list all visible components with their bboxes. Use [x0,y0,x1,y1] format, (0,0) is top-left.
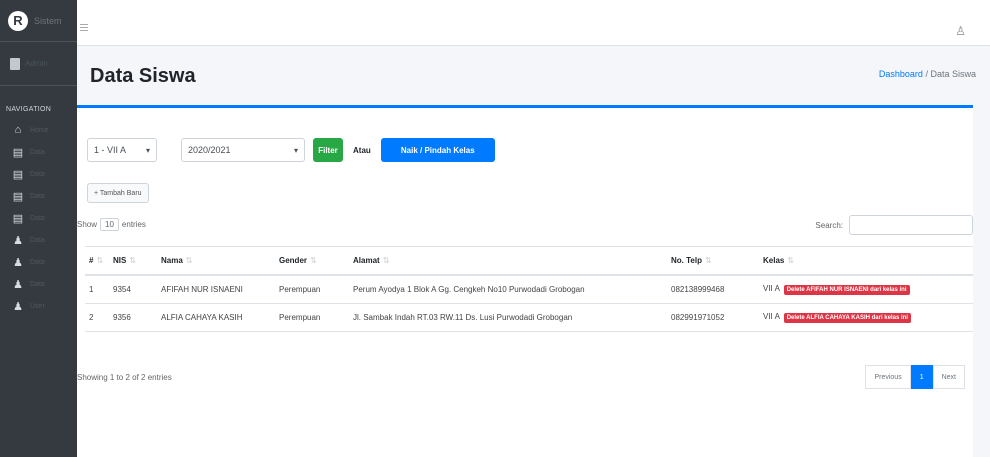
delete-from-class-button[interactable]: Delete ALFIA CAHAYA KASIH dari kelas ini [783,313,911,323]
filter-controls: 1 - VII A ▾ 2020/2021 ▾ Filter Atau Naik… [87,138,495,162]
breadcrumb-home-link[interactable]: Dashboard [879,69,923,79]
sidebar-item-label: Data [30,192,45,200]
search-input[interactable] [849,215,973,235]
tambah-baru-button[interactable]: + Tambah Baru [87,183,149,203]
brand[interactable]: R Sistem [0,0,77,42]
cell-no: 2 [85,303,109,332]
cell-kelas: VII A Delete AFIFAH NUR ISNAENI dari kel… [759,275,973,304]
breadcrumb: Dashboard / Data Siswa [879,69,976,79]
cell-gender: Perempuan [275,275,349,304]
column-header-nis[interactable]: NIS ⇅ [109,246,157,276]
top-navbar: ♙ [77,0,990,46]
kelas-select-value: 1 - VII A [94,145,127,155]
filter-button[interactable]: Filter [313,138,343,162]
sidebar-item-label: Home [30,126,49,134]
cell-nis: 9354 [109,275,157,304]
entries-select[interactable]: 10 [100,218,119,231]
brand-logo: R [8,10,28,31]
cell-gender: Perempuan [275,303,349,332]
cell-kelas: VII A Delete ALFIA CAHAYA KASIH dari kel… [759,303,973,332]
brand-text: Sistem [34,15,62,26]
sidebar-item-home[interactable]: ⌂ Home [0,119,77,141]
user-avatar-icon [10,57,20,70]
next-page-button[interactable]: Next [932,365,965,389]
sidebar-item-data-3[interactable]: ▤ Data [0,185,77,207]
naik-pindah-kelas-button[interactable]: Naik / Pindah Kelas [380,138,495,162]
sidebar-item-data-6[interactable]: ♟ Data [0,251,77,273]
sidebar-item-label: Data [30,280,45,288]
data-siswa-card: 1 - VII A ▾ 2020/2021 ▾ Filter Atau Naik… [77,105,973,457]
users-icon: ♟ [13,234,23,247]
breadcrumb-current: Data Siswa [930,69,976,79]
sidebar-item-data-2[interactable]: ▤ Data [0,163,77,185]
tahun-select[interactable]: 2020/2021 ▾ [181,138,305,162]
user-panel[interactable]: Admin [0,42,77,86]
book-icon: ▤ [12,212,24,225]
table-row: 1 9354 AFIFAH NUR ISNAENI Perempuan Peru… [85,275,973,304]
book-icon: ▤ [12,168,24,181]
sidebar-item-label: User [30,302,45,310]
users-icon: ♟ [13,300,23,313]
sidebar-item-label: Data [30,214,45,222]
page-title: Data Siswa [90,65,196,87]
column-header-kelas[interactable]: Kelas ⇅ [759,246,973,276]
cell-alamat: Perum Ayodya 1 Blok A Gg. Cengkeh No10 P… [349,275,667,304]
sidebar-item-label: Data [30,236,45,244]
user-icon[interactable]: ♙ [955,24,966,38]
previous-page-button[interactable]: Previous [865,365,911,389]
page-1-button[interactable]: 1 [910,365,933,389]
show-label: Show [77,220,98,229]
sidebar-item-data-1[interactable]: ▤ Data [0,141,77,163]
book-icon: ▤ [12,146,24,159]
sidebar-item-data-5[interactable]: ♟ Data [0,229,77,251]
users-icon: ♟ [13,278,23,291]
sidebar-item-data-7[interactable]: ♟ Data [0,273,77,295]
table-search: Search: [815,215,973,235]
atau-label: Atau [353,145,371,155]
users-icon: ♟ [13,256,23,269]
sidebar-item-label: Data [30,148,45,156]
kelas-select[interactable]: 1 - VII A ▾ [87,138,157,162]
cell-telp: 082138999468 [667,275,759,304]
sidebar-item-user[interactable]: ♟ User [0,295,77,317]
column-header-gender[interactable]: Gender ⇅ [275,246,349,276]
column-header-nama[interactable]: Nama ⇅ [157,246,275,276]
table-header-row: # ⇅ NIS ⇅ Nama ⇅ Gender ⇅ Alamat ⇅ No. Telp ⇅ … [85,246,973,276]
cell-nama: AFIFAH NUR ISNAENI [157,275,275,304]
cell-nama: ALFIA CAHAYA KASIH [157,303,275,332]
column-header-alamat[interactable]: Alamat ⇅ [349,246,667,276]
content-header: Data Siswa Dashboard / Data Siswa [90,65,980,88]
sidebar-item-label: Data [30,258,45,266]
entries-label: entries [121,220,146,229]
column-header-telp[interactable]: No. Telp ⇅ [667,246,759,276]
home-icon: ⌂ [14,124,22,136]
breadcrumb-separator: / [925,69,928,79]
cell-alamat: Jl. Sambak Indah RT.03 RW.11 Ds. Lusi Pu… [349,303,667,332]
show-entries: Show 10 entries [77,218,146,231]
column-header-no[interactable]: # ⇅ [85,246,109,276]
kelas-value: VII A [763,284,780,293]
delete-from-class-button[interactable]: Delete AFIFAH NUR ISNAENI dari kelas ini [783,285,910,295]
cell-no: 1 [85,275,109,304]
nav-header: NAVIGATION [6,106,52,113]
pagination: Previous 1 Next [865,365,965,389]
tahun-select-value: 2020/2021 [188,145,231,155]
book-icon: ▤ [12,190,24,203]
sidebar-item-label: Data [30,170,45,178]
sidebar: R Sistem Admin NAVIGATION ⌂ Home ▤ Data … [0,0,77,457]
user-panel-name: Admin [25,59,48,68]
chevron-down-icon: ▾ [293,145,298,155]
cell-nis: 9356 [109,303,157,332]
kelas-value: VII A [763,312,780,321]
search-label: Search: [815,220,843,230]
sidebar-item-data-4[interactable]: ▤ Data [0,207,77,229]
siswa-table: # ⇅ NIS ⇅ Nama ⇅ Gender ⇅ Alamat ⇅ No. Telp ⇅ … [85,246,973,332]
showing-entries-info: Showing 1 to 2 of 2 entries [77,373,172,382]
cell-telp: 082991971052 [667,303,759,332]
table-row: 2 9356 ALFIA CAHAYA KASIH Perempuan Jl. … [85,303,973,332]
hamburger-menu-icon[interactable] [80,24,88,31]
chevron-down-icon: ▾ [145,145,150,155]
